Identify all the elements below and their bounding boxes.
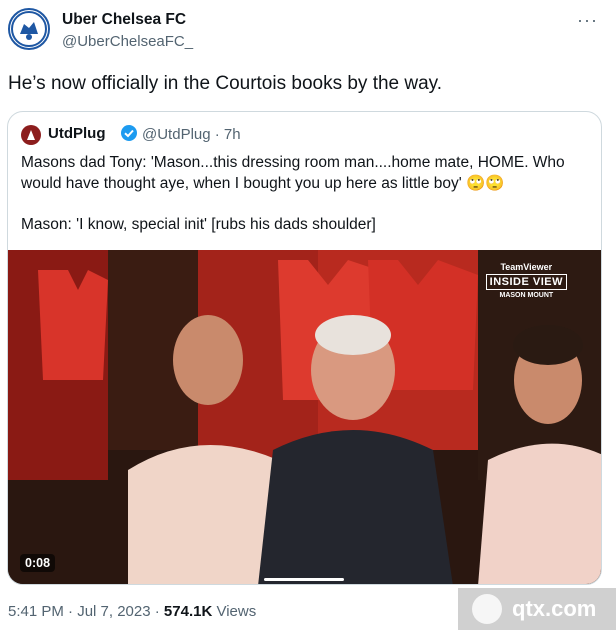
quoted-text-line-2: Mason: 'I know, special init' [rubs his … bbox=[21, 216, 376, 233]
quoted-text-line-1: Masons dad Tony: 'Mason...this dressing … bbox=[21, 154, 565, 192]
views-label: Views bbox=[212, 603, 257, 620]
views-count: 574.1K bbox=[163, 603, 213, 620]
watermark: qtx.com bbox=[458, 588, 616, 630]
video-timestamp: 0:08 bbox=[20, 554, 56, 572]
brand-line-3: MASON MOUNT bbox=[499, 292, 554, 299]
video-progress-bar[interactable] bbox=[264, 578, 344, 581]
display-name[interactable]: Uber Chelsea FC bbox=[62, 11, 186, 29]
quoted-avatar[interactable] bbox=[21, 125, 41, 145]
quoted-text: Masons dad Tony: 'Mason...this dressing … bbox=[21, 152, 591, 235]
tweet-text: He’s now officially in the Courtois book… bbox=[8, 73, 443, 94]
more-icon[interactable]: ··· bbox=[577, 10, 598, 31]
video-frame bbox=[8, 250, 601, 584]
watermark-logo-icon bbox=[472, 594, 502, 624]
brand-line-2: INSIDE VIEW bbox=[485, 274, 567, 290]
video-brand-overlay: TeamViewer INSIDE VIEW MASON MOUNT bbox=[485, 262, 567, 299]
quoted-name[interactable]: UtdPlug bbox=[48, 125, 106, 142]
quoted-handle-time: @UtdPlug · 7h bbox=[142, 126, 241, 143]
brand-line-1: TeamViewer bbox=[500, 262, 553, 272]
video-player[interactable]: TeamViewer INSIDE VIEW MASON MOUNT 0:08 bbox=[8, 250, 601, 584]
verified-badge-icon bbox=[121, 125, 137, 141]
handle[interactable]: @UberChelseaFC_ bbox=[62, 33, 193, 50]
watermark-text: qtx.com bbox=[512, 596, 597, 621]
lion-crest-icon bbox=[11, 11, 47, 47]
devil-logo-icon bbox=[27, 130, 35, 140]
tweet-time[interactable]: 5:41 PM · Jul 7, 2023 · bbox=[8, 603, 164, 620]
avatar[interactable] bbox=[8, 8, 50, 50]
tweet-meta: 5:41 PM · Jul 7, 2023 · 574.1K Views bbox=[8, 603, 256, 620]
quoted-tweet[interactable]: UtdPlug @UtdPlug · 7h Masons dad Tony: '… bbox=[7, 111, 602, 585]
